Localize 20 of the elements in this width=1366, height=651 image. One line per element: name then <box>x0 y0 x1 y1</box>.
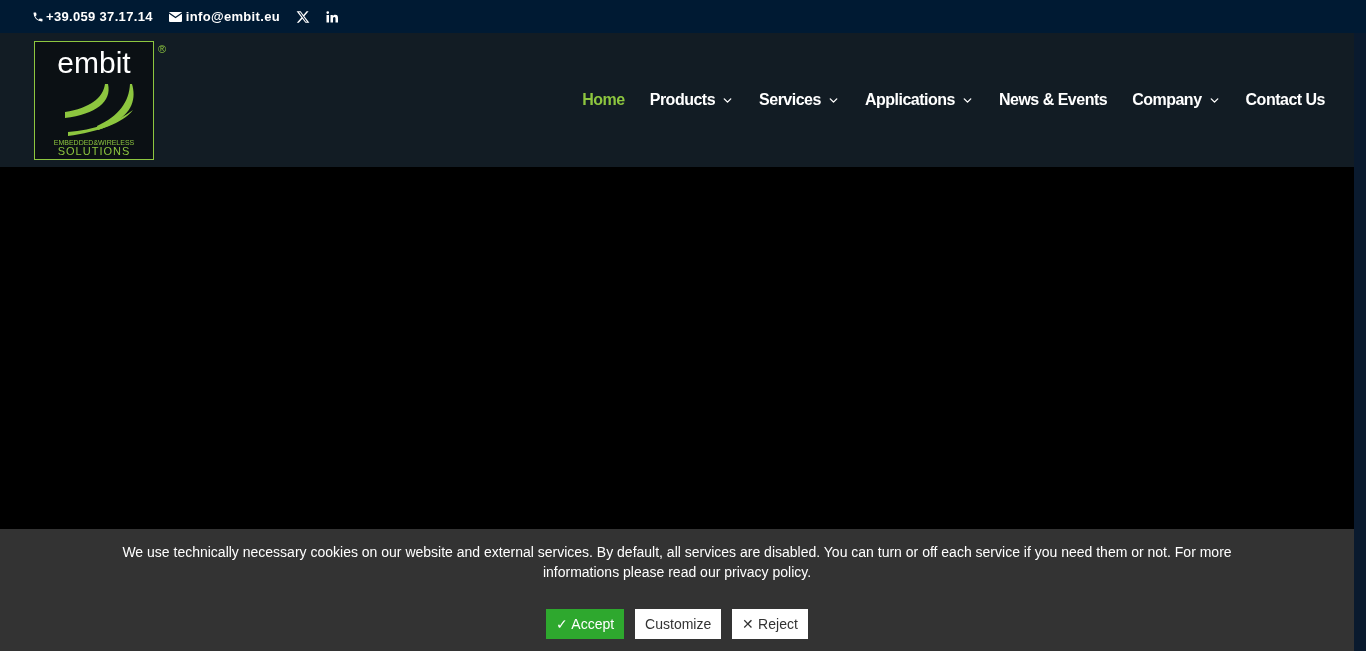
nav-link[interactable]: Home <box>582 88 625 112</box>
nav-link[interactable]: Products <box>649 88 735 112</box>
registered-mark: ® <box>158 42 167 57</box>
phone-number[interactable]: +39.059 37.17.14 <box>46 6 153 27</box>
cookie-message: We use technically necessary cookies on our website and external services. By default, all services are disabled. You can turn or off each service if you need them or not. For more informations please read our privacy policy. <box>121 543 1233 582</box>
x-logo-icon[interactable] <box>295 9 310 24</box>
nav-link[interactable]: Company <box>1132 88 1221 112</box>
linkedin-icon[interactable] <box>325 10 338 23</box>
logo-subtitle: SOLUTIONS <box>57 146 131 157</box>
email-address[interactable]: info@embit.eu <box>185 6 280 27</box>
cookie-button[interactable]: ✕ Reject <box>732 609 808 639</box>
envelope-icon <box>168 11 182 22</box>
logo-wordmark: embit <box>57 48 131 78</box>
nav-link[interactable]: Applications <box>864 88 974 112</box>
phone-icon <box>32 10 44 23</box>
nav-link[interactable]: Contact Us <box>1245 88 1325 112</box>
swoosh-icon <box>65 84 135 138</box>
cookie-button[interactable]: Customize <box>635 609 722 639</box>
nav-link[interactable]: News & Events <box>998 88 1108 112</box>
nav-link[interactable]: Services <box>759 88 840 112</box>
